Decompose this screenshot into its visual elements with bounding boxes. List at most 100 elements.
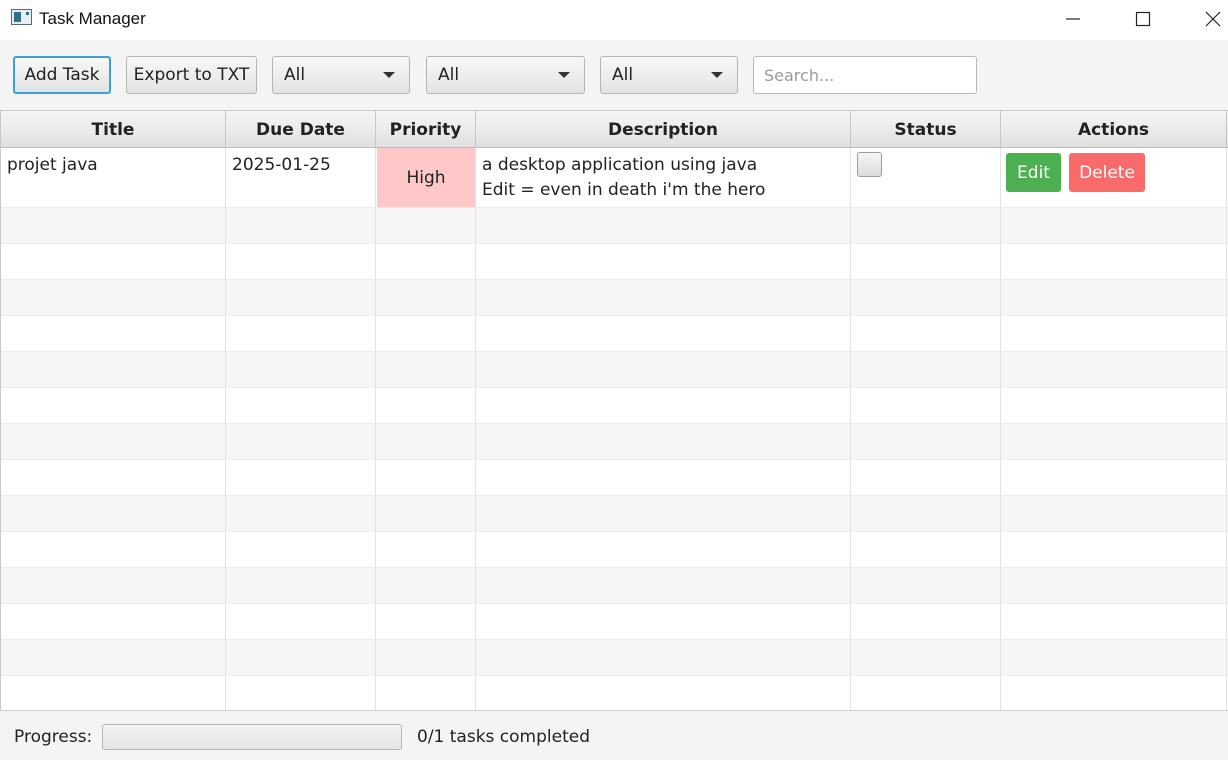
empty-cell [851,208,1001,243]
empty-cell [376,424,476,459]
minimize-button[interactable] [1050,0,1096,38]
column-header-status[interactable]: Status [851,111,1001,148]
empty-cell [376,676,476,710]
empty-cell [851,496,1001,531]
maximize-icon [1135,11,1151,27]
empty-cell [376,208,476,243]
empty-cell [476,532,851,567]
cell-title: projet java [1,148,226,207]
empty-cell [851,604,1001,639]
empty-cell [1001,640,1227,675]
empty-table-row [1,424,1228,460]
empty-cell [1,676,226,710]
column-header-title[interactable]: Title [1,111,226,148]
empty-cell [476,640,851,675]
empty-cell [476,244,851,279]
cell-description: a desktop application using java Edit = … [476,148,851,207]
empty-cell [376,604,476,639]
empty-table-row [1,352,1228,388]
empty-cell [376,280,476,315]
priority-badge: High [377,148,475,207]
empty-cell [476,388,851,423]
empty-cell [226,460,376,495]
filter-2-value: All [438,65,460,85]
empty-cell [376,244,476,279]
empty-cell [476,676,851,710]
empty-cell [376,568,476,603]
empty-cell [1001,352,1227,387]
cell-priority: High [376,148,476,207]
empty-cell [476,496,851,531]
empty-cell [1,460,226,495]
empty-table-row [1,280,1228,316]
empty-cell [1,388,226,423]
add-task-button[interactable]: Add Task [13,56,111,94]
filter-dropdown-3[interactable]: All [600,56,738,94]
export-txt-button[interactable]: Export to TXT [126,56,257,94]
empty-cell [1001,676,1227,710]
empty-table-row [1,316,1228,352]
empty-cell [476,424,851,459]
empty-cell [851,280,1001,315]
cell-due-date: 2025-01-25 [226,148,376,207]
table-header: Title Due Date Priority Description Stat… [1,111,1228,148]
empty-cell [851,352,1001,387]
column-header-actions[interactable]: Actions [1001,111,1227,148]
column-header-priority[interactable]: Priority [376,111,476,148]
empty-cell [851,532,1001,567]
empty-table-row [1,604,1228,640]
task-title: projet java [7,155,98,175]
empty-cell [851,316,1001,351]
empty-cell [851,244,1001,279]
empty-table-row [1,640,1228,676]
progress-bar [102,724,402,750]
empty-cell [376,496,476,531]
filter-dropdown-1[interactable]: All [272,56,410,94]
empty-cell [1,316,226,351]
filter-dropdown-2[interactable]: All [426,56,585,94]
empty-cell [476,352,851,387]
minimize-icon [1066,18,1080,20]
column-header-due-date[interactable]: Due Date [226,111,376,148]
empty-cell [226,280,376,315]
empty-cell [226,352,376,387]
progress-text: 0/1 tasks completed [417,727,591,747]
empty-cell [1,280,226,315]
empty-cell [376,352,476,387]
delete-button[interactable]: Delete [1069,153,1145,192]
close-button[interactable] [1190,0,1228,38]
empty-cell [376,640,476,675]
empty-cell [1001,568,1227,603]
empty-cell [1,208,226,243]
status-bar: Progress: 0/1 tasks completed [0,710,1228,760]
description-line: a desktop application using java [482,155,758,175]
toolbar: Add Task Export to TXT All All All [0,40,1228,110]
table-row[interactable]: projet java 2025-01-25 High a desktop ap… [1,148,1228,208]
column-header-description[interactable]: Description [476,111,851,148]
search-input[interactable] [753,56,977,94]
title-bar: Task Manager [0,0,1228,40]
empty-table-row [1,676,1228,710]
empty-table-row [1,244,1228,280]
edit-button[interactable]: Edit [1006,153,1061,192]
empty-cell [226,568,376,603]
empty-cell [226,496,376,531]
empty-cell [851,388,1001,423]
status-checkbox[interactable] [857,152,882,177]
empty-cell [476,604,851,639]
empty-table-row [1,388,1228,424]
empty-cell [376,532,476,567]
empty-cell [1,424,226,459]
empty-cell [851,460,1001,495]
empty-cell [1001,280,1227,315]
empty-cell [1,640,226,675]
empty-cell [226,604,376,639]
empty-cell [1001,316,1227,351]
empty-cell [851,676,1001,710]
empty-cell [226,676,376,710]
maximize-button[interactable] [1120,0,1166,38]
empty-cell [226,532,376,567]
empty-cell [1001,460,1227,495]
progress-label: Progress: [14,727,93,747]
task-description: a desktop application using java Edit = … [482,153,765,203]
